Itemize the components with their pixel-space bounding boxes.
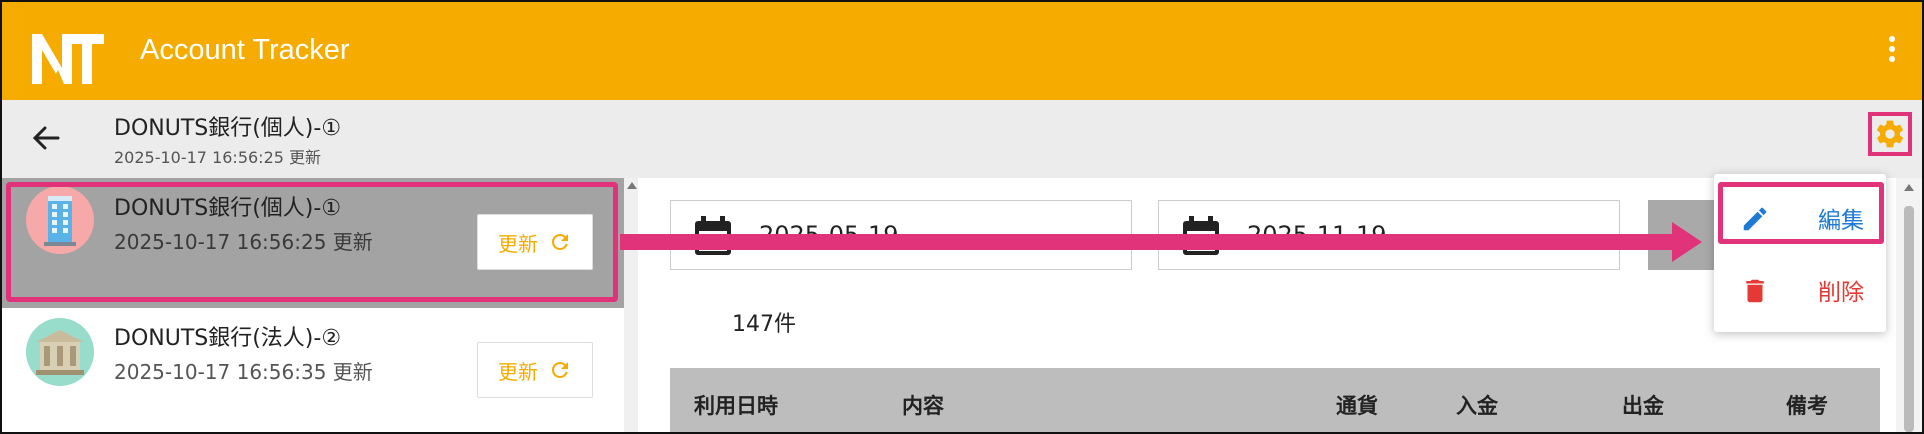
- table-header: 利用日時 内容 通貨 入金 出金 備考: [670, 368, 1880, 432]
- scroll-up-arrow-icon[interactable]: [627, 182, 637, 189]
- back-arrow-icon[interactable]: [28, 120, 64, 156]
- annotation-arrow-head: [1672, 222, 1702, 262]
- settings-button[interactable]: [1868, 112, 1912, 156]
- selection-highlight: [6, 182, 618, 302]
- main-scrollbar[interactable]: [1896, 178, 1922, 432]
- account-updated-time: 2025-10-17 16:56:25 更新: [114, 148, 322, 167]
- trash-icon: [1746, 279, 1764, 303]
- column-header-deposit: 入金: [1456, 394, 1498, 418]
- result-count: 147件: [732, 312, 796, 337]
- menu-item-delete[interactable]: 削除: [1714, 254, 1886, 326]
- app-title: Account Tracker: [140, 34, 350, 66]
- scroll-up-arrow-icon[interactable]: [1904, 184, 1914, 191]
- account-list-scrollbar[interactable]: [624, 178, 638, 432]
- app-logo: [32, 34, 104, 84]
- bank-building-icon: [26, 318, 94, 386]
- gear-icon: [1877, 120, 1903, 148]
- app-bar: Account Tracker: [2, 2, 1922, 100]
- annotation-arrow: [620, 234, 1678, 250]
- account-item[interactable]: DONUTS銀行(法人)-② 2025-10-17 16:56:35 更新 更新: [2, 310, 624, 432]
- account-item-selected[interactable]: DONUTS銀行(個人)-① 2025-10-17 16:56:25 更新 更新: [2, 178, 624, 308]
- column-header-date: 利用日時: [694, 394, 778, 418]
- more-vert-icon[interactable]: [1886, 36, 1898, 66]
- column-header-memo: 備考: [1786, 394, 1828, 418]
- account-header: DONUTS銀行(個人)-① 2025-10-17 16:56:25 更新: [2, 100, 1922, 178]
- account-name: DONUTS銀行(法人)-②: [114, 326, 342, 351]
- edit-highlight: [1718, 182, 1884, 244]
- column-header-withdrawal: 出金: [1622, 394, 1664, 418]
- refresh-button-label: 更新: [498, 359, 538, 384]
- column-header-description: 内容: [902, 394, 944, 418]
- account-title: DONUTS銀行(個人)-①: [114, 116, 342, 141]
- menu-item-delete-label: 削除: [1818, 280, 1864, 306]
- scrollbar-thumb[interactable]: [1904, 206, 1914, 432]
- refresh-icon: [551, 361, 568, 378]
- column-header-currency: 通貨: [1336, 394, 1378, 418]
- account-updated-time: 2025-10-17 16:56:35 更新: [114, 360, 373, 384]
- refresh-button[interactable]: 更新: [477, 342, 593, 398]
- account-list: DONUTS銀行(個人)-① 2025-10-17 16:56:25 更新 更新: [2, 178, 624, 432]
- app-window: Account Tracker DONUTS銀行(個人)-① 2025-10-1…: [0, 0, 1924, 434]
